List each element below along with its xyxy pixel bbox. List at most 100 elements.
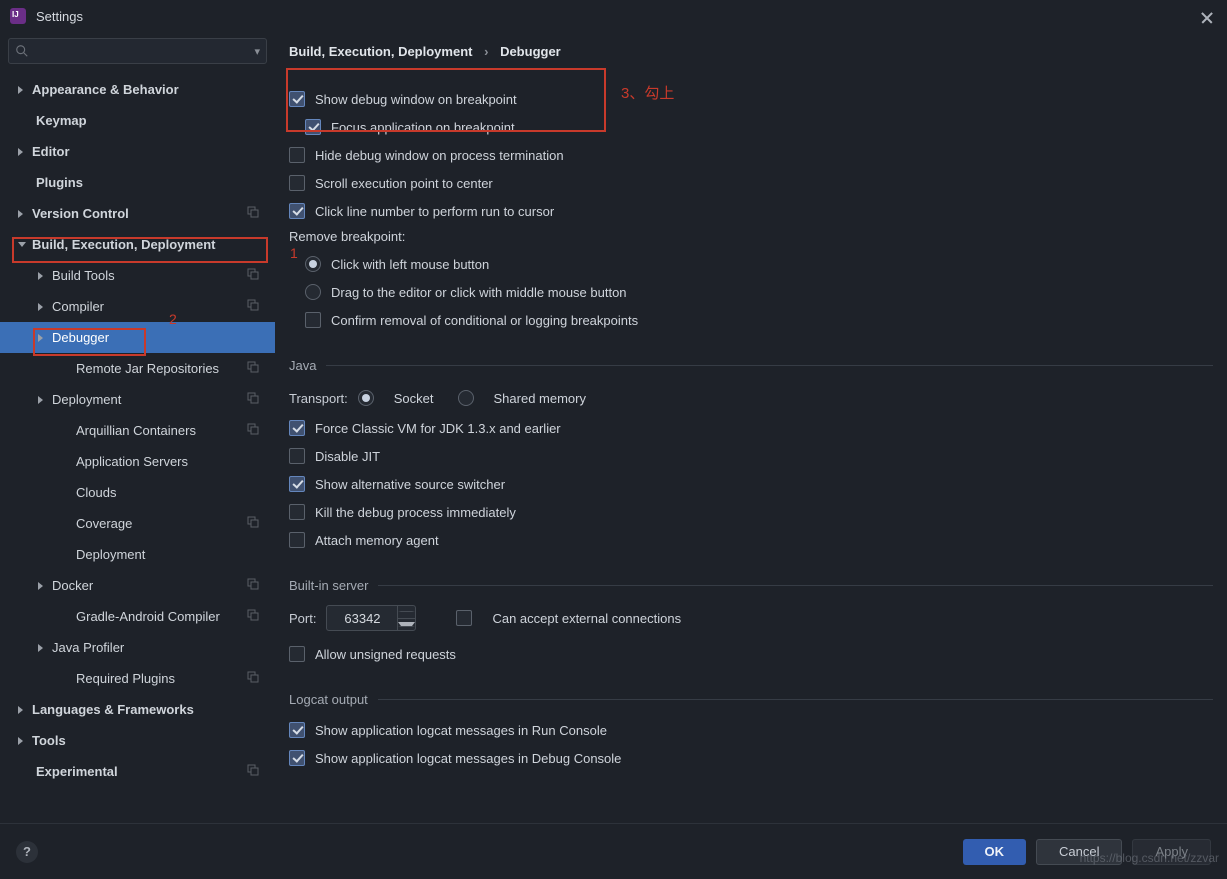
checkbox-attach-mem[interactable] xyxy=(289,532,305,548)
radio-socket[interactable] xyxy=(358,390,374,406)
section-server: Built-in server xyxy=(289,574,1213,596)
checkbox-hide-on-term[interactable] xyxy=(289,147,305,163)
search-input[interactable] xyxy=(33,44,254,58)
label: Socket xyxy=(394,391,434,406)
copy-icon xyxy=(247,361,259,376)
sidebar-item-languages-frameworks[interactable]: Languages & Frameworks xyxy=(0,694,275,725)
sidebar-item-coverage[interactable]: Coverage xyxy=(0,508,275,539)
port-spinner[interactable] xyxy=(326,605,416,631)
checkbox-disable-jit[interactable] xyxy=(289,448,305,464)
checkbox-accept-ext[interactable] xyxy=(456,610,472,626)
sidebar-item-deployment[interactable]: Deployment xyxy=(0,539,275,570)
sidebar-item-debugger[interactable]: Debugger xyxy=(0,322,275,353)
label: Allow unsigned requests xyxy=(315,647,456,662)
sidebar-item-version-control[interactable]: Version Control xyxy=(0,198,275,229)
sidebar-item-gradle-android-compiler[interactable]: Gradle-Android Compiler xyxy=(0,601,275,632)
sidebar-item-label: Version Control xyxy=(32,206,129,221)
chevron-right-icon xyxy=(38,272,43,280)
checkbox-force-classic[interactable] xyxy=(289,420,305,436)
sidebar-item-label: Deployment xyxy=(52,392,121,407)
copy-icon xyxy=(247,299,259,314)
sidebar-item-label: Languages & Frameworks xyxy=(32,702,194,717)
radio-remove-left[interactable] xyxy=(305,256,321,272)
copy-icon xyxy=(247,516,259,531)
copy-icon xyxy=(247,578,259,593)
sidebar-item-label: Debugger xyxy=(52,330,109,345)
checkbox-allow-unsigned[interactable] xyxy=(289,646,305,662)
sidebar-item-build-tools[interactable]: Build Tools xyxy=(0,260,275,291)
sidebar-item-clouds[interactable]: Clouds xyxy=(0,477,275,508)
sidebar-item-deployment[interactable]: Deployment xyxy=(0,384,275,415)
chevron-right-icon xyxy=(38,644,43,652)
chevron-down-icon xyxy=(18,242,26,247)
sidebar-item-arquillian-containers[interactable]: Arquillian Containers xyxy=(0,415,275,446)
label: Focus application on breakpoint xyxy=(331,120,515,135)
sidebar-item-label: Build Tools xyxy=(52,268,115,283)
sidebar-item-label: Compiler xyxy=(52,299,104,314)
settings-content: Build, Execution, Deployment › Debugger … xyxy=(275,32,1227,822)
app-icon xyxy=(10,8,26,24)
remove-breakpoint-title: Remove breakpoint: xyxy=(289,229,1213,244)
sidebar-item-label: Plugins xyxy=(36,175,83,190)
sidebar-item-plugins[interactable]: Plugins xyxy=(0,167,275,198)
checkbox-click-line-run[interactable] xyxy=(289,203,305,219)
checkbox-alt-source[interactable] xyxy=(289,476,305,492)
sidebar-item-label: Experimental xyxy=(36,764,118,779)
sidebar-item-label: Appearance & Behavior xyxy=(32,82,179,97)
sidebar-item-experimental[interactable]: Experimental xyxy=(0,756,275,787)
sidebar-item-label: Tools xyxy=(32,733,66,748)
chevron-down-icon[interactable]: ▾ xyxy=(254,45,260,58)
chevron-right-icon xyxy=(38,582,43,590)
sidebar-item-docker[interactable]: Docker xyxy=(0,570,275,601)
close-icon[interactable] xyxy=(1201,8,1217,24)
sidebar-item-label: Arquillian Containers xyxy=(76,423,196,438)
checkbox-kill-immediate[interactable] xyxy=(289,504,305,520)
port-input[interactable] xyxy=(327,611,397,626)
label: Drag to the editor or click with middle … xyxy=(331,285,627,300)
cancel-button[interactable]: Cancel xyxy=(1036,839,1122,865)
title-bar: Settings xyxy=(0,0,1227,32)
checkbox-confirm-removal[interactable] xyxy=(305,312,321,328)
transport-label: Transport: xyxy=(289,391,348,406)
breadcrumb-sep: › xyxy=(484,44,488,59)
chevron-right-icon xyxy=(18,737,23,745)
checkbox-scroll-center[interactable] xyxy=(289,175,305,191)
checkbox-logcat-run[interactable] xyxy=(289,722,305,738)
sidebar-search[interactable]: ▾ xyxy=(8,38,267,64)
checkbox-focus-on-bp[interactable] xyxy=(305,119,321,135)
chevron-right-icon xyxy=(18,210,23,218)
sidebar-item-application-servers[interactable]: Application Servers xyxy=(0,446,275,477)
copy-icon xyxy=(247,268,259,283)
chevron-right-icon xyxy=(18,86,23,94)
label: Kill the debug process immediately xyxy=(315,505,516,520)
radio-remove-drag[interactable] xyxy=(305,284,321,300)
sidebar-item-keymap[interactable]: Keymap xyxy=(0,105,275,136)
apply-button[interactable]: Apply xyxy=(1132,839,1211,865)
spinner-down[interactable] xyxy=(398,619,415,631)
section-logcat: Logcat output xyxy=(289,688,1213,710)
checkbox-show-on-bp[interactable] xyxy=(289,91,305,107)
ok-button[interactable]: OK xyxy=(963,839,1027,865)
label: Confirm removal of conditional or loggin… xyxy=(331,313,638,328)
sidebar-item-editor[interactable]: Editor xyxy=(0,136,275,167)
sidebar-item-java-profiler[interactable]: Java Profiler xyxy=(0,632,275,663)
help-button[interactable]: ? xyxy=(16,841,38,863)
checkbox-logcat-debug[interactable] xyxy=(289,750,305,766)
sidebar-item-required-plugins[interactable]: Required Plugins xyxy=(0,663,275,694)
radio-shared-memory[interactable] xyxy=(458,390,474,406)
label: Show alternative source switcher xyxy=(315,477,505,492)
sidebar-item-label: Editor xyxy=(32,144,70,159)
section-java: Java xyxy=(289,354,1213,376)
sidebar-item-label: Coverage xyxy=(76,516,132,531)
spinner-up[interactable] xyxy=(398,606,415,619)
sidebar-item-compiler[interactable]: Compiler xyxy=(0,291,275,322)
breadcrumb: Build, Execution, Deployment › Debugger xyxy=(289,44,1213,59)
sidebar-item-build-execution-deployment[interactable]: Build, Execution, Deployment xyxy=(0,229,275,260)
label: Show debug window on breakpoint xyxy=(315,92,517,107)
label: Attach memory agent xyxy=(315,533,439,548)
sidebar-item-appearance-behavior[interactable]: Appearance & Behavior xyxy=(0,74,275,105)
sidebar-item-tools[interactable]: Tools xyxy=(0,725,275,756)
sidebar-item-remote-jar-repositories[interactable]: Remote Jar Repositories xyxy=(0,353,275,384)
window-title: Settings xyxy=(36,9,83,24)
breadcrumb-parent: Build, Execution, Deployment xyxy=(289,44,472,59)
